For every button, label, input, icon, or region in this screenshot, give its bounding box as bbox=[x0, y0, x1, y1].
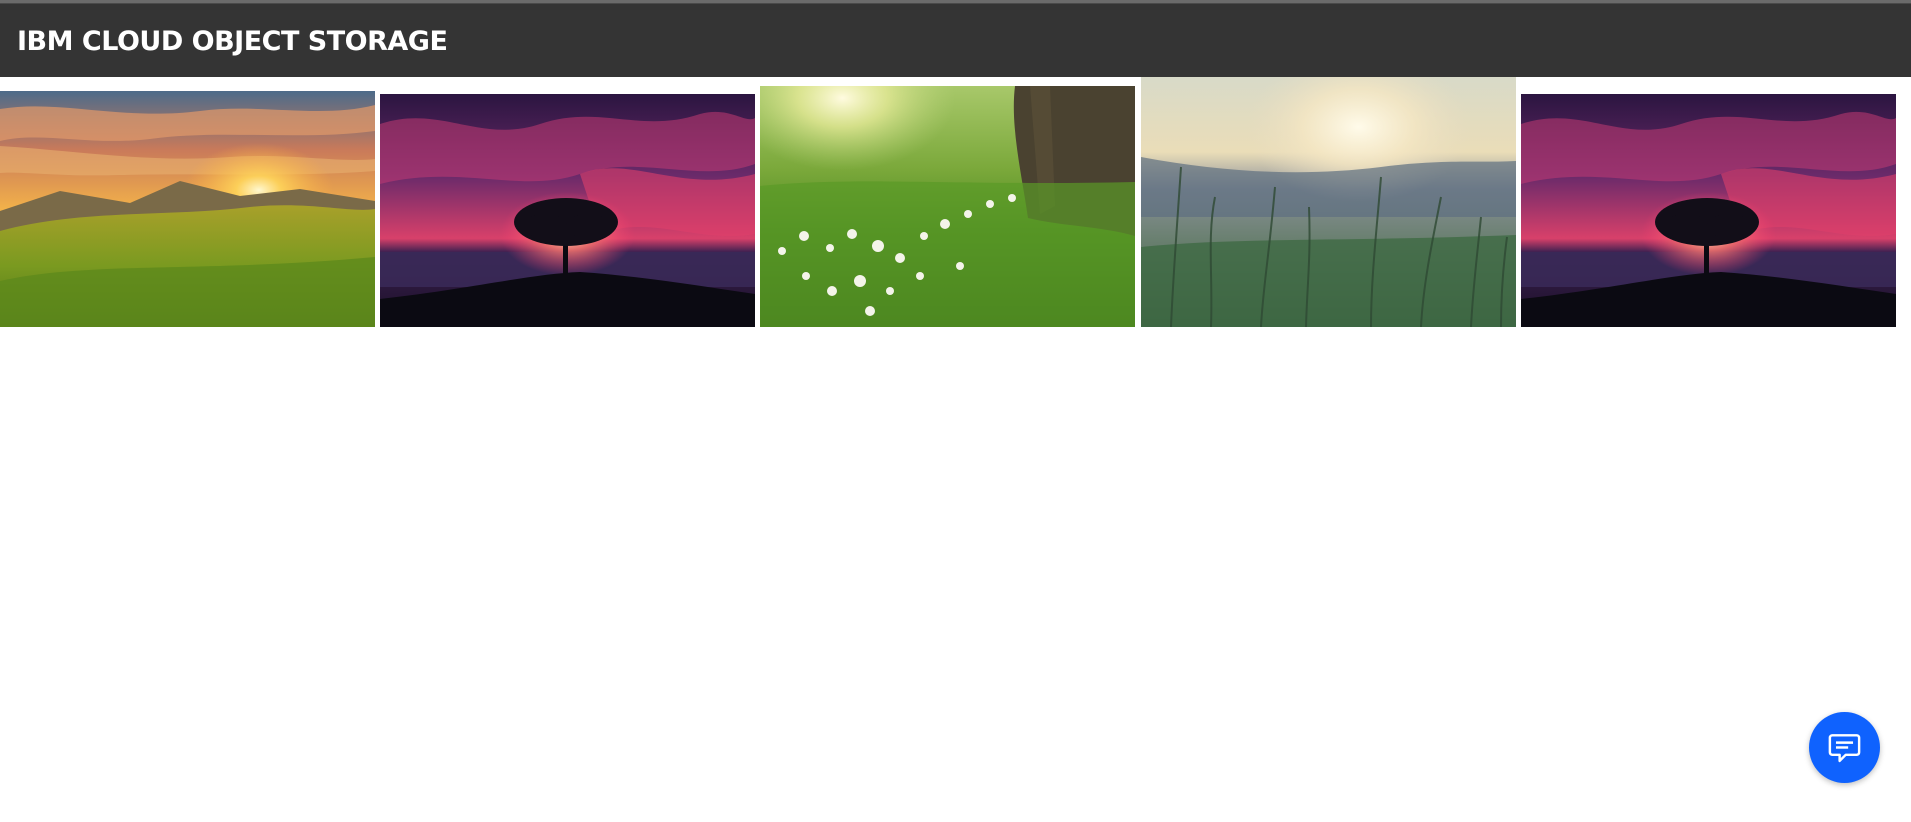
gallery-image-mountain-sunset[interactable] bbox=[0, 91, 375, 327]
gallery-image-grass-sunrise[interactable] bbox=[1141, 77, 1516, 327]
gallery-image-tree-sunset[interactable] bbox=[380, 94, 755, 327]
image-gallery bbox=[0, 77, 1911, 327]
app-header: IBM CLOUD OBJECT STORAGE bbox=[0, 3, 1911, 77]
chat-icon bbox=[1828, 734, 1861, 763]
chat-button[interactable] bbox=[1809, 712, 1880, 783]
gallery-image-tree-sunset-2[interactable] bbox=[1521, 94, 1896, 327]
page-title: IBM CLOUD OBJECT STORAGE bbox=[17, 26, 448, 57]
gallery-image-flower-meadow[interactable] bbox=[760, 86, 1135, 327]
